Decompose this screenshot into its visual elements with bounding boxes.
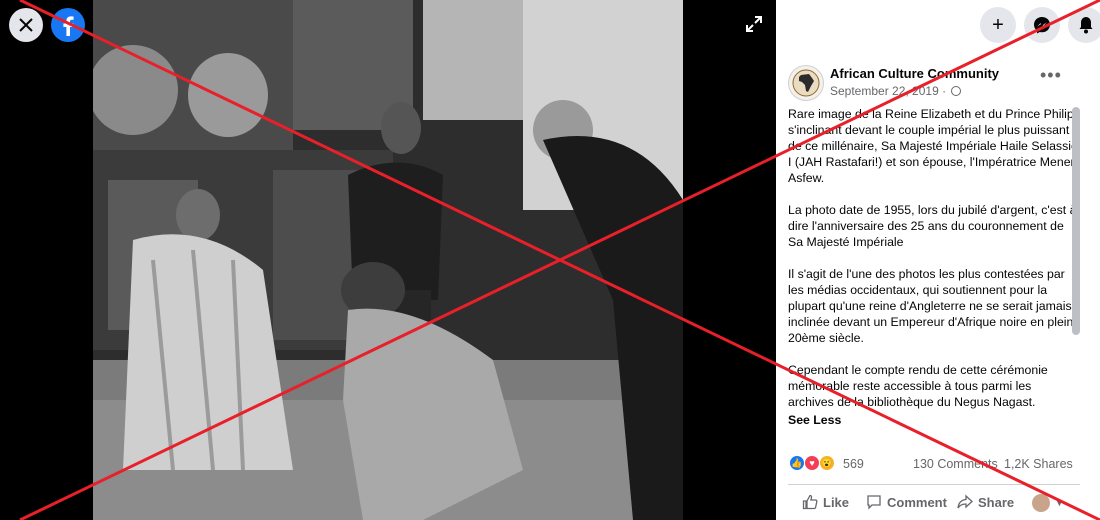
panel-header: + xyxy=(776,0,1100,50)
comment-label: Comment xyxy=(887,494,947,510)
scrollbar[interactable] xyxy=(1072,107,1080,335)
like-button[interactable]: Like xyxy=(802,494,849,510)
post-content: African Culture Community September 22, … xyxy=(776,55,1100,435)
plus-icon: + xyxy=(992,13,1004,36)
reaction-as-selector[interactable]: ▼ xyxy=(1032,494,1064,512)
share-arrow-icon xyxy=(957,494,973,509)
messenger-button[interactable] xyxy=(1024,7,1060,43)
expand-button[interactable] xyxy=(740,10,768,38)
chevron-down-icon: ▼ xyxy=(1055,498,1064,508)
wow-reaction-icon[interactable]: 😮 xyxy=(819,455,835,471)
comment-count[interactable]: 130 Comments xyxy=(913,457,998,471)
comment-icon xyxy=(867,495,881,510)
close-icon xyxy=(19,18,33,32)
reactions-summary: 👍 ♥ 😮 569 130 Comments 1,2K Shares xyxy=(776,455,1100,477)
like-label: Like xyxy=(823,494,850,510)
facebook-logo-button[interactable] xyxy=(51,8,85,42)
love-reaction-icon[interactable]: ♥ xyxy=(804,455,820,471)
post-panel: + African Culture Community September 22… xyxy=(776,0,1100,520)
messenger-icon xyxy=(1034,17,1050,34)
photo-scene xyxy=(93,0,683,520)
globe-icon xyxy=(951,86,962,96)
like-reaction-icon[interactable]: 👍 xyxy=(789,455,805,471)
post-paragraph: La photo date de 1955, lors du jubilé d'… xyxy=(788,203,1077,249)
share-label: Share xyxy=(978,494,1015,510)
post-date[interactable]: September 22, 2019 · xyxy=(830,84,962,98)
create-button[interactable]: + xyxy=(980,7,1016,43)
expand-icon xyxy=(746,16,762,32)
post-paragraph: Il s'agit de l'une des photos les plus c… xyxy=(788,267,1074,345)
post-text: Rare image de la Reine Elizabeth et du P… xyxy=(788,106,1080,428)
more-options-button[interactable]: ••• xyxy=(1040,66,1062,84)
post-paragraph: Rare image de la Reine Elizabeth et du P… xyxy=(788,107,1078,185)
avatar[interactable] xyxy=(788,65,824,101)
post-paragraph: Cependant le compte rendu de cette cérém… xyxy=(788,363,1048,409)
page-name[interactable]: African Culture Community xyxy=(830,66,999,81)
comment-button[interactable]: Comment xyxy=(866,494,947,510)
share-button[interactable]: Share xyxy=(957,494,1014,510)
notifications-bell-icon xyxy=(1079,17,1093,34)
post-date-text: September 22, 2019 · xyxy=(830,84,950,98)
share-count[interactable]: 1,2K Shares xyxy=(1004,457,1073,471)
africa-map-icon xyxy=(792,69,820,97)
close-button[interactable] xyxy=(9,8,43,42)
thumbs-up-icon xyxy=(802,494,818,510)
post-actions: Like Comment Share ▼ xyxy=(776,490,1100,516)
see-less-link[interactable]: See Less xyxy=(788,412,1080,428)
divider xyxy=(788,484,1080,485)
facebook-logo-icon xyxy=(63,16,74,36)
reaction-count[interactable]: 569 xyxy=(843,457,864,471)
notifications-button[interactable] xyxy=(1068,7,1100,43)
post-photo[interactable] xyxy=(93,0,683,520)
photo-viewer xyxy=(0,0,776,520)
user-avatar xyxy=(1032,494,1050,512)
